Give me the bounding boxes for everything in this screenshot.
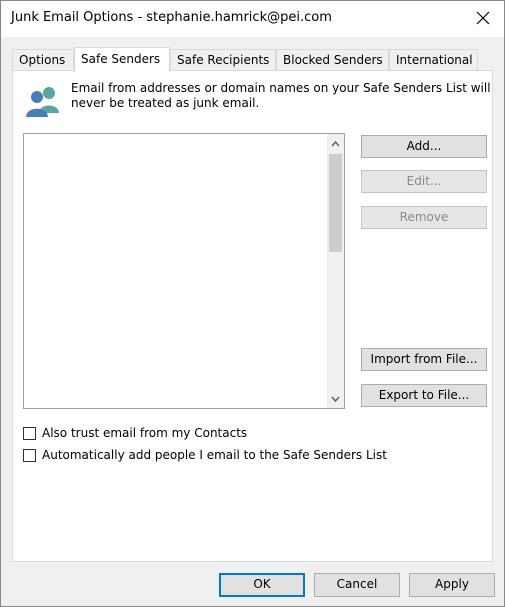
edit-button[interactable]: Edit... [361,170,487,193]
auto-add-option[interactable]: Automatically add people I email to the … [23,446,387,464]
trust-contacts-label: Also trust email from my Contacts [42,426,248,440]
people-icon [26,87,59,117]
add-button[interactable]: Add... [361,135,487,158]
tab-international[interactable]: International [389,49,478,70]
remove-button[interactable]: Remove [361,206,487,229]
junk-email-options-dialog: Junk Email Options - stephanie.hamrick@p… [0,0,505,607]
cancel-button[interactable]: Cancel [314,573,400,597]
title-bar: Junk Email Options - stephanie.hamrick@p… [1,1,504,37]
scroll-down-button[interactable] [327,390,344,407]
window-title: Junk Email Options - stephanie.hamrick@p… [11,10,332,25]
trust-contacts-checkbox[interactable] [23,426,36,440]
tab-safe-senders[interactable]: Safe Senders [74,47,170,72]
safe-senders-list[interactable] [23,133,345,409]
close-icon [476,11,490,25]
chevron-up-icon [331,140,340,146]
apply-button[interactable]: Apply [409,573,495,597]
import-from-file-button[interactable]: Import from File... [361,348,487,371]
tab-options[interactable]: Options [12,49,74,70]
ok-button[interactable]: OK [219,573,305,597]
tab-strip: Options Safe Senders Safe Recipients Blo… [12,47,492,72]
safe-senders-panel: Email from addresses or domain names on … [12,70,493,562]
description-text: Email from addresses or domain names on … [71,81,491,110]
tab-blocked-senders[interactable]: Blocked Senders [276,49,389,70]
export-to-file-button[interactable]: Export to File... [361,384,487,407]
trust-contacts-option[interactable]: Also trust email from my Contacts [23,424,247,442]
scroll-thumb[interactable] [329,154,342,252]
close-button[interactable] [468,5,498,31]
tab-safe-recipients[interactable]: Safe Recipients [170,49,276,70]
scroll-up-button[interactable] [327,135,344,152]
auto-add-label: Automatically add people I email to the … [42,448,387,462]
list-scrollbar[interactable] [327,134,344,408]
auto-add-checkbox[interactable] [23,448,36,462]
chevron-down-icon [331,396,340,402]
